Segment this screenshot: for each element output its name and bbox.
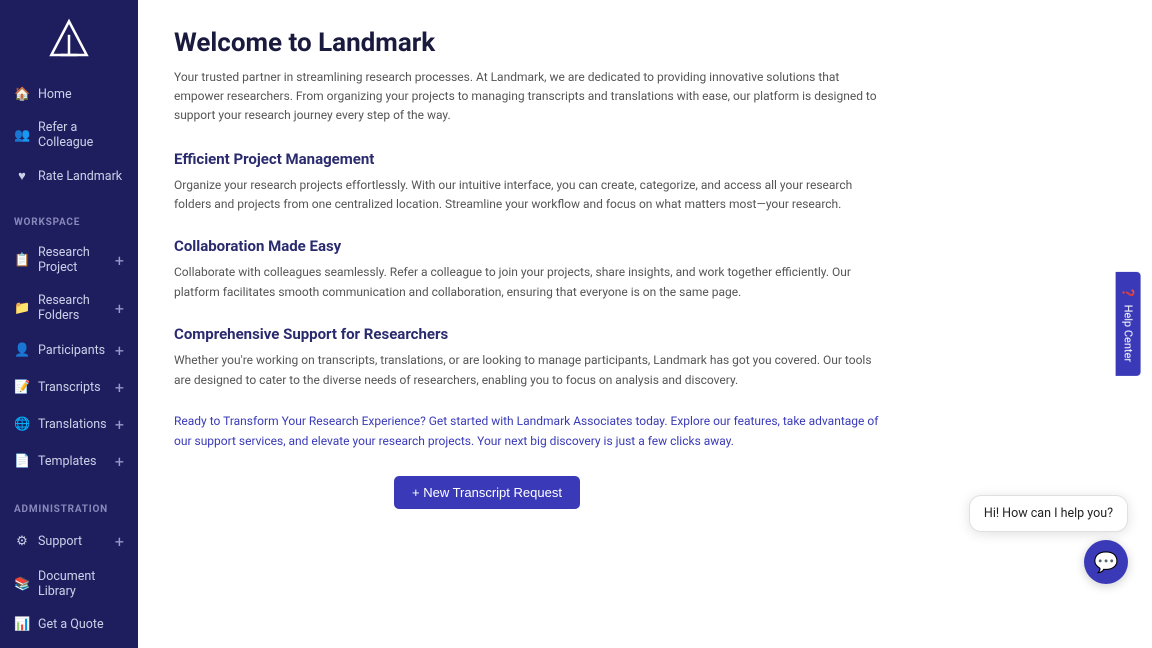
workspace-label: WORKSPACE <box>0 209 138 232</box>
new-transcript-request-button[interactable]: + New Transcript Request <box>394 476 580 509</box>
templates-icon: 📄 <box>14 454 30 469</box>
sidebar-item-invoices[interactable]: 📄 Invoices <box>0 641 138 648</box>
research-project-icon: 📋 <box>14 253 30 268</box>
section-body-pm: Organize your research projects effortle… <box>174 176 882 216</box>
sidebar-logo <box>0 0 138 74</box>
sidebar-item-research-folders[interactable]: 📁 Research Folders + <box>0 284 138 332</box>
help-center-icon: ❓ <box>1121 286 1134 300</box>
sidebar-workspace-nav: 📋 Research Project + 📁 Research Folders … <box>0 232 138 484</box>
chat-open-button[interactable]: 💬 <box>1084 540 1128 584</box>
sidebar-item-transcripts[interactable]: 📝 Transcripts + <box>0 369 138 406</box>
chat-widget: Hi! How can I help you? 💬 <box>969 495 1128 584</box>
support-plus[interactable]: + <box>115 532 124 551</box>
home-icon: 🏠 <box>14 87 30 102</box>
section-heading-support: Comprehensive Support for Researchers <box>174 325 882 343</box>
cta-text: Ready to Transform Your Research Experie… <box>174 412 882 452</box>
sidebar-item-translations[interactable]: 🌐 Translations + <box>0 406 138 443</box>
page-subtitle: Your trusted partner in streamlining res… <box>174 68 882 126</box>
sidebar: 🏠 Home 👥 Refer a Colleague ♥ Rate Landma… <box>0 0 138 648</box>
translations-plus[interactable]: + <box>115 415 124 434</box>
research-folders-plus[interactable]: + <box>115 299 124 318</box>
sidebar-item-participants[interactable]: 👤 Participants + <box>0 332 138 369</box>
get-a-quote-icon: 📊 <box>14 617 30 632</box>
transcripts-icon: 📝 <box>14 380 30 395</box>
sidebar-item-templates[interactable]: 📄 Templates + <box>0 443 138 480</box>
research-folders-icon: 📁 <box>14 301 30 316</box>
sidebar-item-home[interactable]: 🏠 Home <box>0 78 138 111</box>
sidebar-item-document-library[interactable]: 📚 Document Library <box>0 560 138 608</box>
document-library-icon: 📚 <box>14 577 30 592</box>
participants-icon: 👤 <box>14 343 30 358</box>
research-project-plus[interactable]: + <box>115 251 124 270</box>
sidebar-item-research-project[interactable]: 📋 Research Project + <box>0 236 138 284</box>
templates-plus[interactable]: + <box>115 452 124 471</box>
help-center-tab[interactable]: ❓ Help Center <box>1115 272 1140 376</box>
app-wrapper: 🏠 Home 👥 Refer a Colleague ♥ Rate Landma… <box>0 0 1152 648</box>
sidebar-item-support[interactable]: ⚙ Support + <box>0 523 138 560</box>
main-content-area: ❓ Help Center Welcome to Landmark Your t… <box>138 0 1152 648</box>
translations-icon: 🌐 <box>14 417 30 432</box>
sidebar-item-get-a-quote[interactable]: 📊 Get a Quote <box>0 608 138 641</box>
section-heading-pm: Efficient Project Management <box>174 150 882 168</box>
transcripts-plus[interactable]: + <box>115 378 124 397</box>
sidebar-admin-nav: ⚙ Support + 📚 Document Library 📊 Get a Q… <box>0 519 138 648</box>
sidebar-top-nav: 🏠 Home 👥 Refer a Colleague ♥ Rate Landma… <box>0 74 138 197</box>
chat-message: Hi! How can I help you? <box>969 495 1128 532</box>
section-heading-collab: Collaboration Made Easy <box>174 237 882 255</box>
chat-icon: 💬 <box>1094 550 1119 575</box>
section-body-support: Whether you're working on transcripts, t… <box>174 351 882 391</box>
participants-plus[interactable]: + <box>115 341 124 360</box>
rate-icon: ♥ <box>14 168 30 184</box>
sidebar-item-rate[interactable]: ♥ Rate Landmark <box>0 159 138 193</box>
admin-label: ADMINISTRATION <box>0 496 138 519</box>
section-body-collab: Collaborate with colleagues seamlessly. … <box>174 263 882 303</box>
refer-icon: 👥 <box>14 128 30 143</box>
page-title: Welcome to Landmark <box>174 28 882 58</box>
main-content: Welcome to Landmark Your trusted partner… <box>138 0 918 549</box>
support-icon: ⚙ <box>14 534 30 549</box>
sidebar-item-refer[interactable]: 👥 Refer a Colleague <box>0 111 138 159</box>
